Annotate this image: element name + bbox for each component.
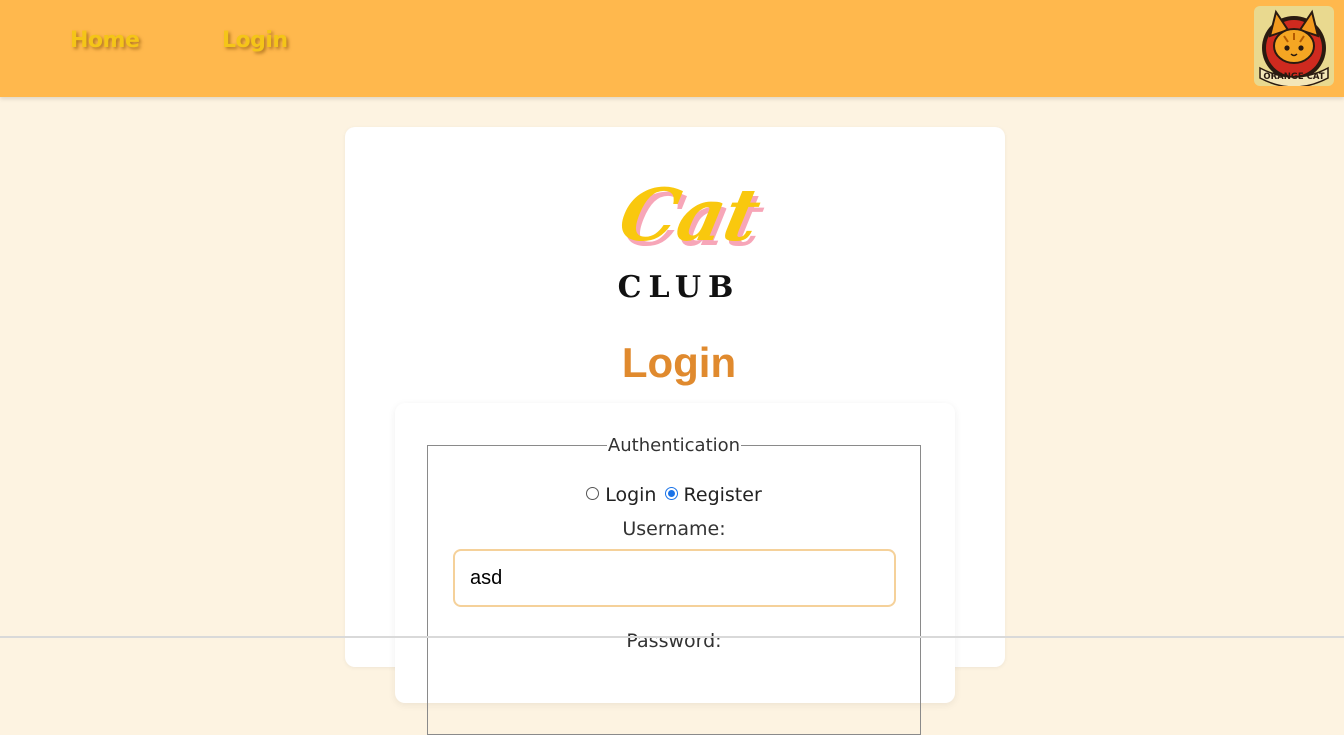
password-label: Password: bbox=[626, 630, 722, 652]
navbar: Home Login ORANGE CAT bbox=[0, 0, 1344, 97]
username-input[interactable] bbox=[453, 549, 896, 607]
register-radio[interactable] bbox=[664, 487, 678, 500]
mode-login-label: Login bbox=[605, 484, 657, 506]
auth-fieldset: Authentication Login Register Username: … bbox=[427, 435, 921, 735]
mode-register-label: Register bbox=[683, 484, 762, 506]
mode-option-login[interactable]: Login bbox=[586, 484, 656, 506]
login-radio[interactable] bbox=[586, 487, 600, 500]
brand-club-text: CLUB bbox=[617, 270, 741, 305]
auth-mode-selector: Login Register bbox=[428, 484, 920, 506]
auth-form-panel: Authentication Login Register Username: … bbox=[395, 403, 955, 735]
nav-link-home[interactable]: Home bbox=[70, 28, 140, 53]
page-title: Login bbox=[621, 339, 737, 386]
orange-cat-badge-icon[interactable]: ORANGE CAT bbox=[1254, 6, 1334, 86]
nav-link-login[interactable]: Login bbox=[222, 28, 288, 53]
svg-text:Cat: Cat bbox=[612, 174, 767, 258]
login-card: Cat Cat CLUB Login Authentication Login … bbox=[345, 127, 1005, 735]
username-label: Username: bbox=[622, 518, 726, 540]
mode-option-register[interactable]: Register bbox=[664, 484, 762, 506]
svg-text:ORANGE CAT: ORANGE CAT bbox=[1263, 72, 1324, 82]
auth-legend: Authentication bbox=[607, 435, 741, 456]
